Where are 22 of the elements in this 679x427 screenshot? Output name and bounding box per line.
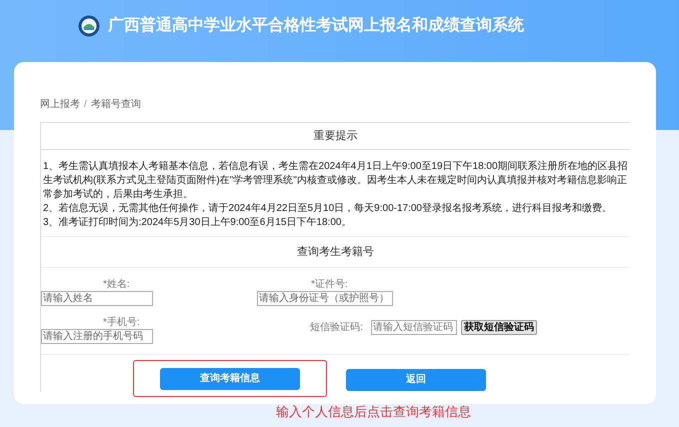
- breadcrumb-item[interactable]: 考籍号查询: [90, 98, 141, 112]
- back-button[interactable]: 返回: [346, 368, 486, 390]
- notice-text: 1、考生需认真填报本人考籍基本信息，若信息有误，考生需在2024年4月1日上午9:00至19日下午18:00期间联系注册所在地的区县招生考试机构(联系方式见主登陆页面附件)在"学考管理系统"内核查或修改。因考生本人未在规定时间内认真填报并核对考籍信息影响正常参加考试的，后果由考生承担。: [43, 160, 628, 202]
- sms-code-field[interactable]: 请输入短信验证码: [371, 320, 457, 335]
- notice-title: 重要提示: [41, 122, 630, 150]
- text-field[interactable]: 请输入注册的手机号码: [41, 329, 153, 344]
- field-label: *证件号:: [311, 278, 348, 291]
- query-button[interactable]: 查询考籍信息: [160, 368, 300, 390]
- text-field[interactable]: 请输入身份证号（或护照号）: [257, 291, 393, 306]
- breadcrumb-separator: /: [84, 98, 87, 112]
- breadcrumb-item[interactable]: 网上报考: [40, 98, 80, 112]
- page-title: 广西普通高中学业水平合格性考试网上报名和成绩查询系统: [108, 14, 524, 36]
- get-code-button[interactable]: 获取短信验证码: [461, 320, 537, 335]
- query-title: 查询考生考籍号: [41, 236, 630, 268]
- field-label: *手机号:: [103, 316, 140, 329]
- annotation-text: 输入个人信息后点击查询考籍信息: [276, 403, 471, 421]
- notice-text: 3、准考证打印时间为:2024年5月30日上午9:00至6月15日下午18:00。: [43, 216, 352, 230]
- text-field[interactable]: 请输入姓名: [41, 291, 153, 306]
- notice-text: 2、若信息无误，无需其他任何操作，请于2024年4月22日至5月10日，每天9:00-17:00登录报名报考系统，进行科目报考和缴费。: [43, 202, 613, 216]
- field-label: *姓名:: [103, 278, 130, 291]
- field-label: 短信验证码:: [309, 321, 364, 335]
- emblem-icon: [78, 15, 100, 37]
